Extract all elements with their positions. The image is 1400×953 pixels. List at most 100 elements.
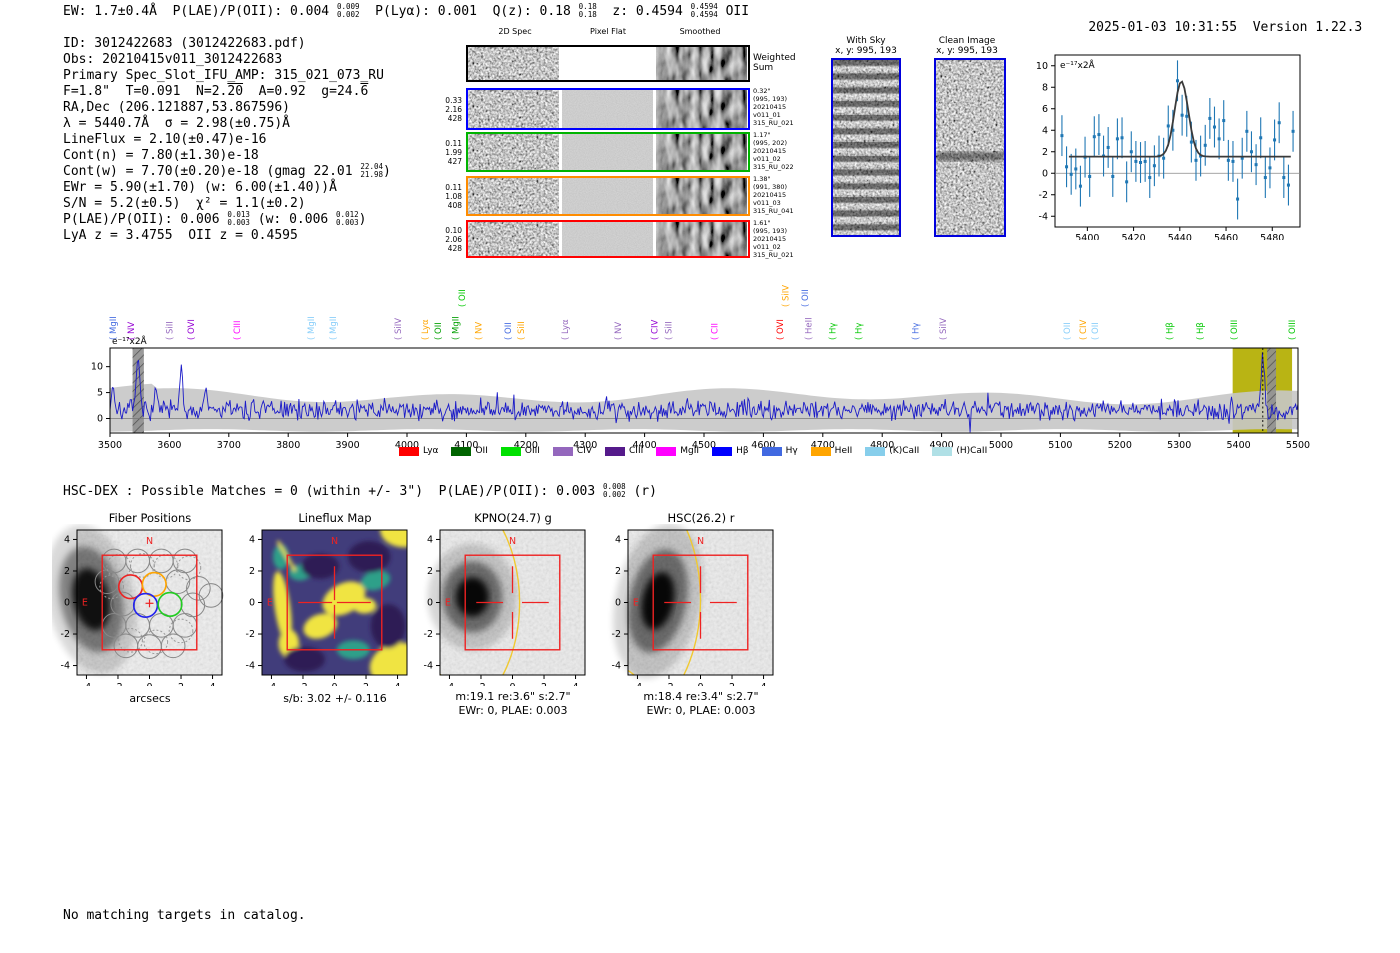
svg-text:4: 4 (573, 682, 579, 686)
svg-text:-4: -4 (424, 661, 433, 672)
svg-text:3700: 3700 (217, 440, 241, 451)
svg-text:5440: 5440 (1168, 233, 1192, 240)
svg-text:-4: -4 (633, 682, 642, 686)
legend-swatch (932, 446, 953, 456)
masked-sky-band (1267, 348, 1277, 433)
line-label-Hγ: ( Hγ (854, 323, 864, 340)
line-label-Hβ: ( Hβ (1196, 322, 1206, 340)
svg-text:2: 2 (363, 682, 369, 686)
legend-swatch (605, 446, 626, 456)
line-label-MgII: ( MgII (329, 316, 339, 340)
line-label-CII: ( CII (711, 323, 721, 340)
line-label-HeII: ( HeII (805, 317, 815, 340)
cutout-2d-row-3 (466, 176, 750, 216)
svg-text:0: 0 (64, 598, 70, 609)
legend-item-Hβ: Hβ (712, 446, 749, 456)
cutout-2d-cell-spec (468, 222, 559, 256)
col-header-pixelflat: Pixel Flat (590, 27, 626, 36)
line-label-NV: ( NV (474, 322, 484, 340)
legend-swatch (761, 446, 782, 456)
svg-text:-2: -2 (113, 682, 122, 686)
svg-text:2: 2 (64, 566, 70, 577)
line-label-NV: ( NV (127, 322, 137, 340)
footer-notes: No matching targets in catalog. Row inte… (63, 876, 306, 953)
elixer-detection-report: EW: 1.7±0.4Å P(LAE)/P(OII): 0.004 0.009 0… (0, 0, 1400, 953)
svg-text:4: 4 (64, 534, 70, 545)
svg-text:4: 4 (210, 682, 216, 686)
svg-text:E: E (445, 598, 451, 609)
svg-text:0: 0 (697, 682, 703, 686)
line-label-MgII: ( MgII (109, 316, 119, 340)
svg-text:10: 10 (91, 362, 103, 373)
line-label-CIV: ( CIV (651, 320, 661, 340)
panel3-caption-2: EWr: 0, PLAE: 0.003 (458, 704, 568, 717)
svg-text:N: N (697, 536, 704, 547)
legend-item-OII: OII (451, 446, 488, 456)
svg-text:-4: -4 (246, 661, 255, 672)
legend-swatch (451, 446, 472, 456)
legend-swatch (712, 446, 733, 456)
svg-text:0: 0 (1042, 168, 1048, 179)
panel-title-hsc-r: HSC(26.2) r (667, 511, 735, 525)
cutout-2d-row-3-weights: 0.11 1.08 408 (445, 182, 462, 210)
cutout-2d-cell-spec (468, 90, 559, 128)
svg-text:5300: 5300 (1167, 440, 1191, 451)
svg-text:-2: -2 (61, 629, 70, 640)
svg-text:-2: -2 (1039, 190, 1048, 201)
line-label-CIV: ( CIV (1079, 320, 1089, 340)
panel-title-lineflux-map: Lineflux Map (298, 511, 372, 525)
cutout-2d-row-3-id-label: 1.38" (991, 380) 20210415 v011_03 315_RU_041 (753, 175, 794, 215)
cutout-2d-cell-flat (562, 178, 653, 214)
svg-text:8: 8 (1042, 82, 1048, 93)
cutout-2d-cell-spec (468, 47, 559, 80)
panel2-caption: s/b: 3.02 +/- 0.116 (283, 692, 387, 705)
svg-text:-4: -4 (1039, 211, 1048, 222)
cutout-2d-row-4 (466, 220, 750, 258)
line-label-OII: ( OII (504, 322, 514, 340)
legend-item-Lyα: Lyα (399, 446, 438, 456)
legend-item-(K)CaII: (K)CaII (865, 446, 919, 456)
svg-text:E: E (633, 598, 639, 609)
svg-text:5000: 5000 (989, 440, 1013, 451)
svg-text:2: 2 (615, 566, 621, 577)
line-label-OVI: ( OVI (776, 319, 786, 340)
header-summary-line: EW: 1.7±0.4Å P(LAE)/P(OII): 0.004 0.009 0… (63, 2, 750, 19)
with-sky-coords: x, y: 995, 193 (835, 46, 897, 56)
cutout-2d-row-2-weights: 0.11 1.99 427 (445, 138, 462, 166)
svg-text:N: N (146, 536, 153, 547)
legend-swatch (399, 446, 419, 456)
emission-line-labels: ( MgII ( NV ( SiII ( OVI ( CIII ( MgII ( MgII (… (109, 285, 1298, 340)
cutout-2d-row-0 (466, 45, 750, 82)
cutout-2d-cell-flat (562, 90, 653, 128)
legend-item-CIV: CIV (552, 446, 592, 456)
cutout-2d-cell-flat (562, 222, 653, 256)
cutout-2d-row-2 (466, 132, 750, 172)
svg-text:5460: 5460 (1214, 233, 1238, 240)
svg-text:5400: 5400 (1227, 440, 1251, 451)
line-label-OII: ( OII (1091, 322, 1101, 340)
line-label-Lyα: ( Lyα (421, 319, 431, 340)
cutout-2d-row-0-id-label: Weighted Sum (753, 53, 796, 73)
legend-item-(H)CaII: (H)CaII (932, 446, 987, 456)
legend-item-CIII: CIII (605, 446, 643, 456)
line-label-SiIV: ( SiIV (939, 318, 949, 340)
with-sky-fiber-stack-image (831, 58, 901, 237)
legend-item-HeII: HeII (810, 446, 852, 456)
svg-text:5200: 5200 (1108, 440, 1132, 451)
full-spectrum-chart: 3500 3600 3700 3800 3900 4000 4100 4200 4300 4400… (91, 285, 1310, 451)
cutout-2d-cell-smooth (656, 134, 747, 170)
clean-image-fiber-stack (934, 58, 1006, 237)
line-label-OIII: ( OIII (1288, 320, 1298, 340)
svg-text:2: 2 (729, 682, 735, 686)
clean-image-coords: x, y: 995, 193 (936, 46, 998, 56)
svg-text:2: 2 (249, 566, 255, 577)
svg-text:-4: -4 (612, 661, 621, 672)
line-label-MgII: ( MgII (452, 316, 462, 340)
detection-info-block: ID: 3012422683 (3012422683.pdf) Obs: 2021… (63, 36, 391, 243)
svg-text:-2: -2 (424, 629, 433, 640)
panel3-caption-1: m:19.1 re:3.6" s:2.7" (455, 690, 571, 703)
svg-text:2: 2 (1042, 147, 1048, 158)
line-label-OVI: ( OVI (187, 319, 197, 340)
svg-text:4: 4 (427, 534, 433, 545)
line-label-OIII: ( OIII (1230, 320, 1240, 340)
